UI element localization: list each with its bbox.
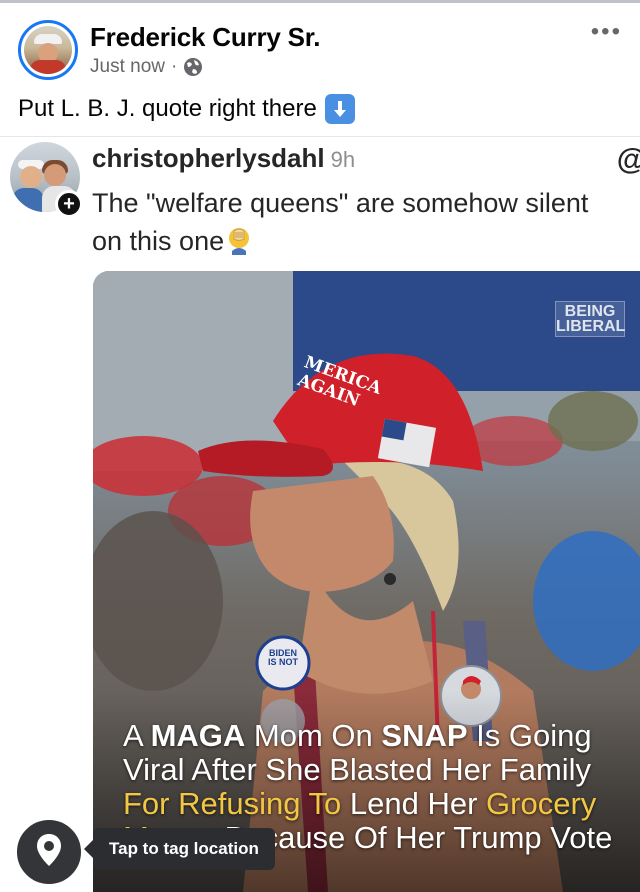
headline-part: A	[123, 718, 151, 753]
post-meta: Just now ·	[90, 56, 203, 78]
headline-part: SNAP	[381, 718, 468, 753]
globe-icon[interactable]	[183, 57, 203, 77]
tag-location-tooltip[interactable]: Tap to tag location	[84, 828, 275, 870]
down-arrow-emoji-icon	[324, 94, 355, 124]
shared-time: 9h	[330, 147, 356, 172]
threads-icon: @	[617, 143, 640, 177]
author-avatar[interactable]	[18, 20, 78, 80]
more-options-button[interactable]: •••	[591, 20, 622, 44]
headline-part: For Refusing To	[123, 786, 342, 821]
shared-username-text: christopherlysdahl	[92, 143, 325, 173]
plus-badge-icon: +	[55, 190, 83, 218]
shared-username: christopherlysdahl 9h	[92, 143, 355, 174]
shared-photo[interactable]: BEING LIBERAL MERICA AGAIN BIDEN IS NOT …	[93, 271, 640, 892]
button-text-line-2: IS NOT	[267, 657, 298, 667]
shared-post-text: The "welfare queens" are somehow silent …	[92, 184, 612, 260]
top-divider	[0, 0, 640, 3]
headline-part: Lend Her	[341, 786, 487, 821]
headline-part: Mom On	[245, 718, 382, 753]
campaign-button-text: BIDEN IS NOT	[263, 649, 303, 667]
author-name[interactable]: Frederick Curry Sr.	[90, 22, 321, 53]
shared-text-body: The "welfare queens" are somehow silent …	[92, 188, 589, 256]
meta-separator: ·	[170, 56, 178, 77]
post-caption: Put L. B. J. quote right there	[18, 94, 355, 124]
headline-part: MAGA	[150, 718, 246, 753]
avatar-photo	[24, 26, 72, 74]
being-liberal-watermark: BEING LIBERAL	[555, 301, 625, 337]
face-palm-emoji-icon	[224, 225, 254, 255]
post-time[interactable]: Just now	[90, 56, 165, 78]
location-pin-button[interactable]	[15, 818, 83, 886]
headline-part: Because Of Her Trump Vote	[216, 820, 613, 855]
caption-divider	[0, 136, 640, 137]
caption-text: Put L. B. J. quote right there	[18, 95, 317, 122]
watermark-line-2: LIBERAL	[556, 318, 626, 335]
watermark-line-1: BEING	[564, 303, 616, 320]
location-pin-icon	[36, 833, 62, 872]
